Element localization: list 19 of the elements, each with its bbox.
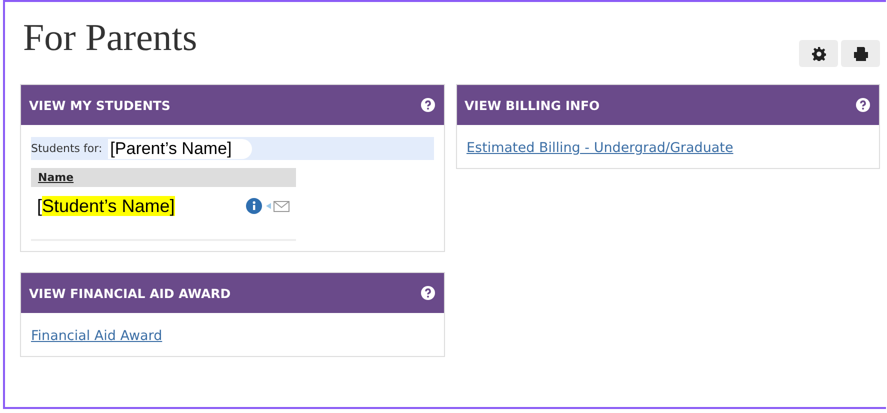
print-button[interactable] <box>841 40 880 67</box>
student-name: [Student’s Name] <box>37 196 175 216</box>
help-icon[interactable] <box>420 98 434 112</box>
help-icon[interactable] <box>856 98 870 112</box>
panel-title: VIEW MY STUDENTS <box>29 98 170 112</box>
settings-button[interactable] <box>799 40 838 67</box>
help-icon[interactable] <box>420 286 434 300</box>
link[interactable]: Financial Aid Award <box>31 328 162 344</box>
settings-icon <box>812 46 826 60</box>
column-header[interactable]: Name <box>31 168 296 187</box>
link[interactable]: Estimated Billing - Undergrad/Graduate <box>466 140 734 156</box>
panel-title: VIEW BILLING INFO <box>464 98 600 112</box>
page-title: For Parents <box>23 16 198 61</box>
info-icon[interactable] <box>246 198 262 214</box>
parent-name: [Parent’s Name] <box>108 138 252 158</box>
print-icon <box>854 46 868 60</box>
students-for-label: Students for: <box>31 142 102 155</box>
email-icon[interactable] <box>266 200 290 212</box>
panel-title: VIEW FINANCIAL AID AWARD <box>29 286 231 300</box>
